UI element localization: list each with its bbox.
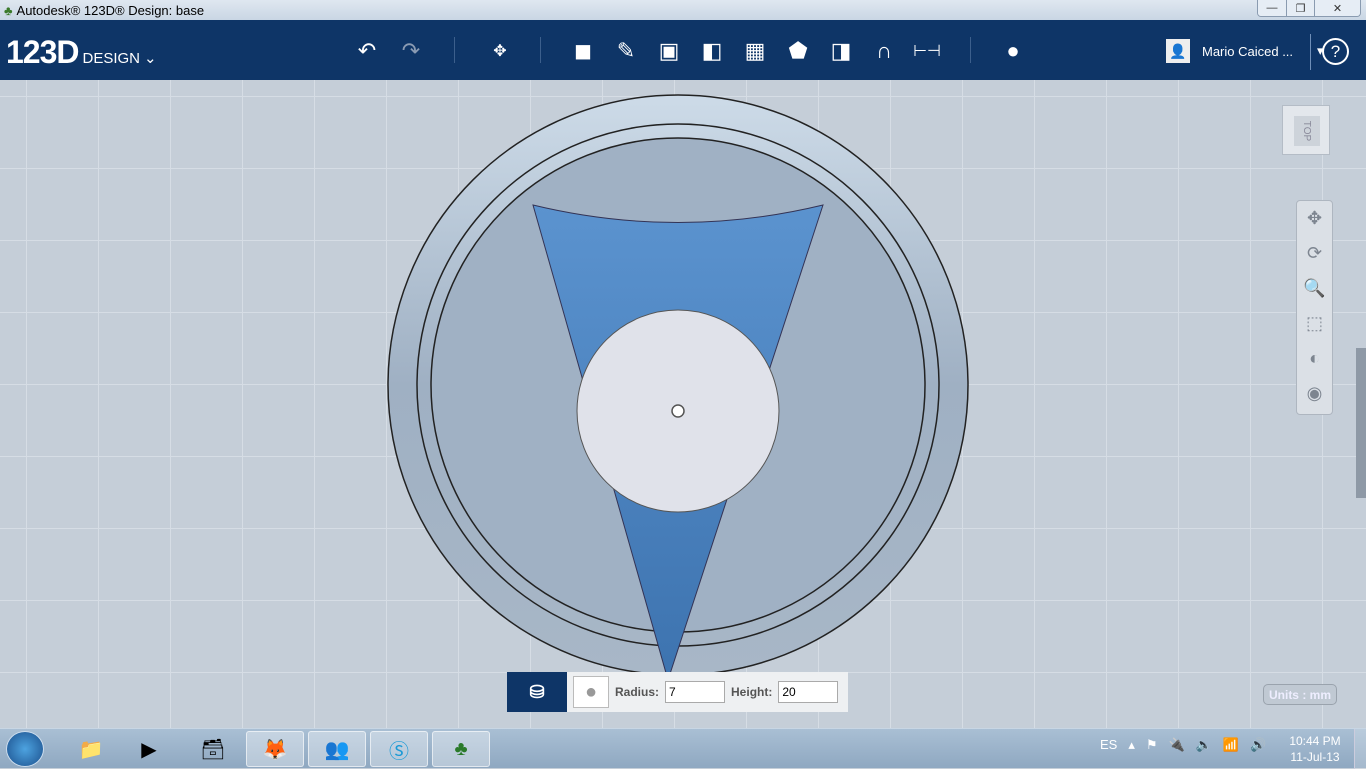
title-bar: ♣ Autodesk® 123D® Design: base — ❐ ✕ [0,0,1366,20]
primitive-params-panel: ⛁ ● Radius: Height: [507,672,848,712]
explorer-icon[interactable]: 📁 [62,731,120,767]
undo-icon[interactable]: ↶ [353,37,381,65]
minimize-button[interactable]: — [1258,0,1286,16]
media-player-icon[interactable]: ▶ [120,731,178,767]
primitives-icon[interactable]: ◼ [569,37,597,65]
signal-icon[interactable]: 📶 [1223,737,1239,753]
start-button[interactable] [6,731,44,767]
material-icon[interactable]: ● [999,37,1027,65]
radius-label: Radius: [615,685,660,699]
divider [1310,34,1311,70]
clock-date: 11-Jul-13 [1290,750,1340,764]
sketch-icon[interactable]: ✎ [612,37,640,65]
side-panel-toggle[interactable] [1356,348,1366,498]
skype-icon[interactable]: Ⓢ [370,731,428,767]
avatar: 👤 [1166,39,1190,63]
divider [454,37,455,63]
zoom-icon[interactable]: 🔍 [1297,271,1332,306]
units-button[interactable]: Units : mm [1263,684,1337,705]
group-icon[interactable]: ⬟ [784,37,812,65]
orbit-icon[interactable]: ⟳ [1297,236,1332,271]
divider [540,37,541,63]
user-menu[interactable]: 👤 Mario Caiced ... ▾ [1166,39,1324,63]
app-icon[interactable]: 🗃 [184,731,242,767]
clock-time: 10:44 PM [1289,734,1341,748]
view-style-icon[interactable]: ◐ [1297,341,1332,376]
logo-text: 123D [6,34,79,70]
clock[interactable]: 10:44 PM 11-Jul-13 [1282,733,1348,765]
language-indicator[interactable]: ES [1100,737,1117,753]
power-icon[interactable]: 🔌 [1169,737,1185,753]
main-toolbar: 123D DESIGN ⌄ ↶ ↷ ✥ ◼ ✎ ▣ ◧ ▦ ⬟ ◨ ∩ ⊢⊣ ●… [0,20,1366,80]
messenger-icon[interactable]: 👥 [308,731,366,767]
volume-icon[interactable]: 🔊 [1250,737,1266,753]
pattern-icon[interactable]: ▦ [741,37,769,65]
height-input[interactable] [778,681,839,703]
transform-icon[interactable]: ✥ [486,37,514,65]
pan-icon[interactable]: ✥ [1297,201,1332,236]
height-label: Height: [731,685,773,699]
snap-icon[interactable]: ∩ [870,37,898,65]
combine-icon[interactable]: ◨ [827,37,855,65]
radius-input[interactable] [665,681,726,703]
restore-button[interactable]: ❐ [1286,0,1314,16]
close-button[interactable]: ✕ [1314,0,1360,16]
show-hidden-icon[interactable]: ▴ [1128,737,1135,753]
flag-icon[interactable]: ⚑ [1146,737,1158,753]
fit-icon[interactable]: ⬚ [1297,306,1332,341]
speaker-icon[interactable]: 🔈 [1196,737,1212,753]
construct-icon[interactable]: ▣ [655,37,683,65]
123d-design-icon[interactable]: ♣ [432,731,490,767]
sphere-icon[interactable]: ● [573,676,609,708]
model-canvas [387,94,969,682]
chevron-down-icon: ⌄ [144,50,157,67]
help-button[interactable]: ? [1322,38,1349,65]
modify-icon[interactable]: ◧ [698,37,726,65]
user-name: Mario Caiced ... [1202,43,1294,59]
center-point[interactable] [671,404,685,418]
navigation-bar: ✥ ⟳ 🔍 ⬚ ◐ ◉ [1296,200,1333,415]
measure-icon[interactable]: ⊢⊣ [913,37,941,65]
firefox-icon[interactable]: 🦊 [246,731,304,767]
divider [970,37,971,63]
app-icon: ♣ [4,2,13,18]
view-cube[interactable]: TOP [1282,105,1330,155]
app-menu[interactable]: 123D DESIGN ⌄ [6,34,157,71]
cylinder-icon[interactable]: ⛁ [507,672,567,712]
eye-icon[interactable]: ◉ [1297,376,1332,411]
window-title: Autodesk® 123D® Design: base [16,2,205,18]
system-tray: ES ▴ ⚑ 🔌 🔈 📶 🔊 [1100,737,1266,753]
redo-icon[interactable]: ↷ [397,37,425,65]
logo-sub: DESIGN [82,50,141,67]
view-cube-label: TOP [1294,116,1320,146]
taskbar: 📁 ▶ 🗃 🦊 👥 Ⓢ ♣ ES ▴ ⚑ 🔌 🔈 📶 🔊 10:44 PM 11… [0,728,1366,769]
3d-viewport[interactable]: TOP ✥ ⟳ 🔍 ⬚ ◐ ◉ Units : mm ⛁ ● Radius: H… [0,80,1366,728]
show-desktop-button[interactable] [1354,729,1366,769]
